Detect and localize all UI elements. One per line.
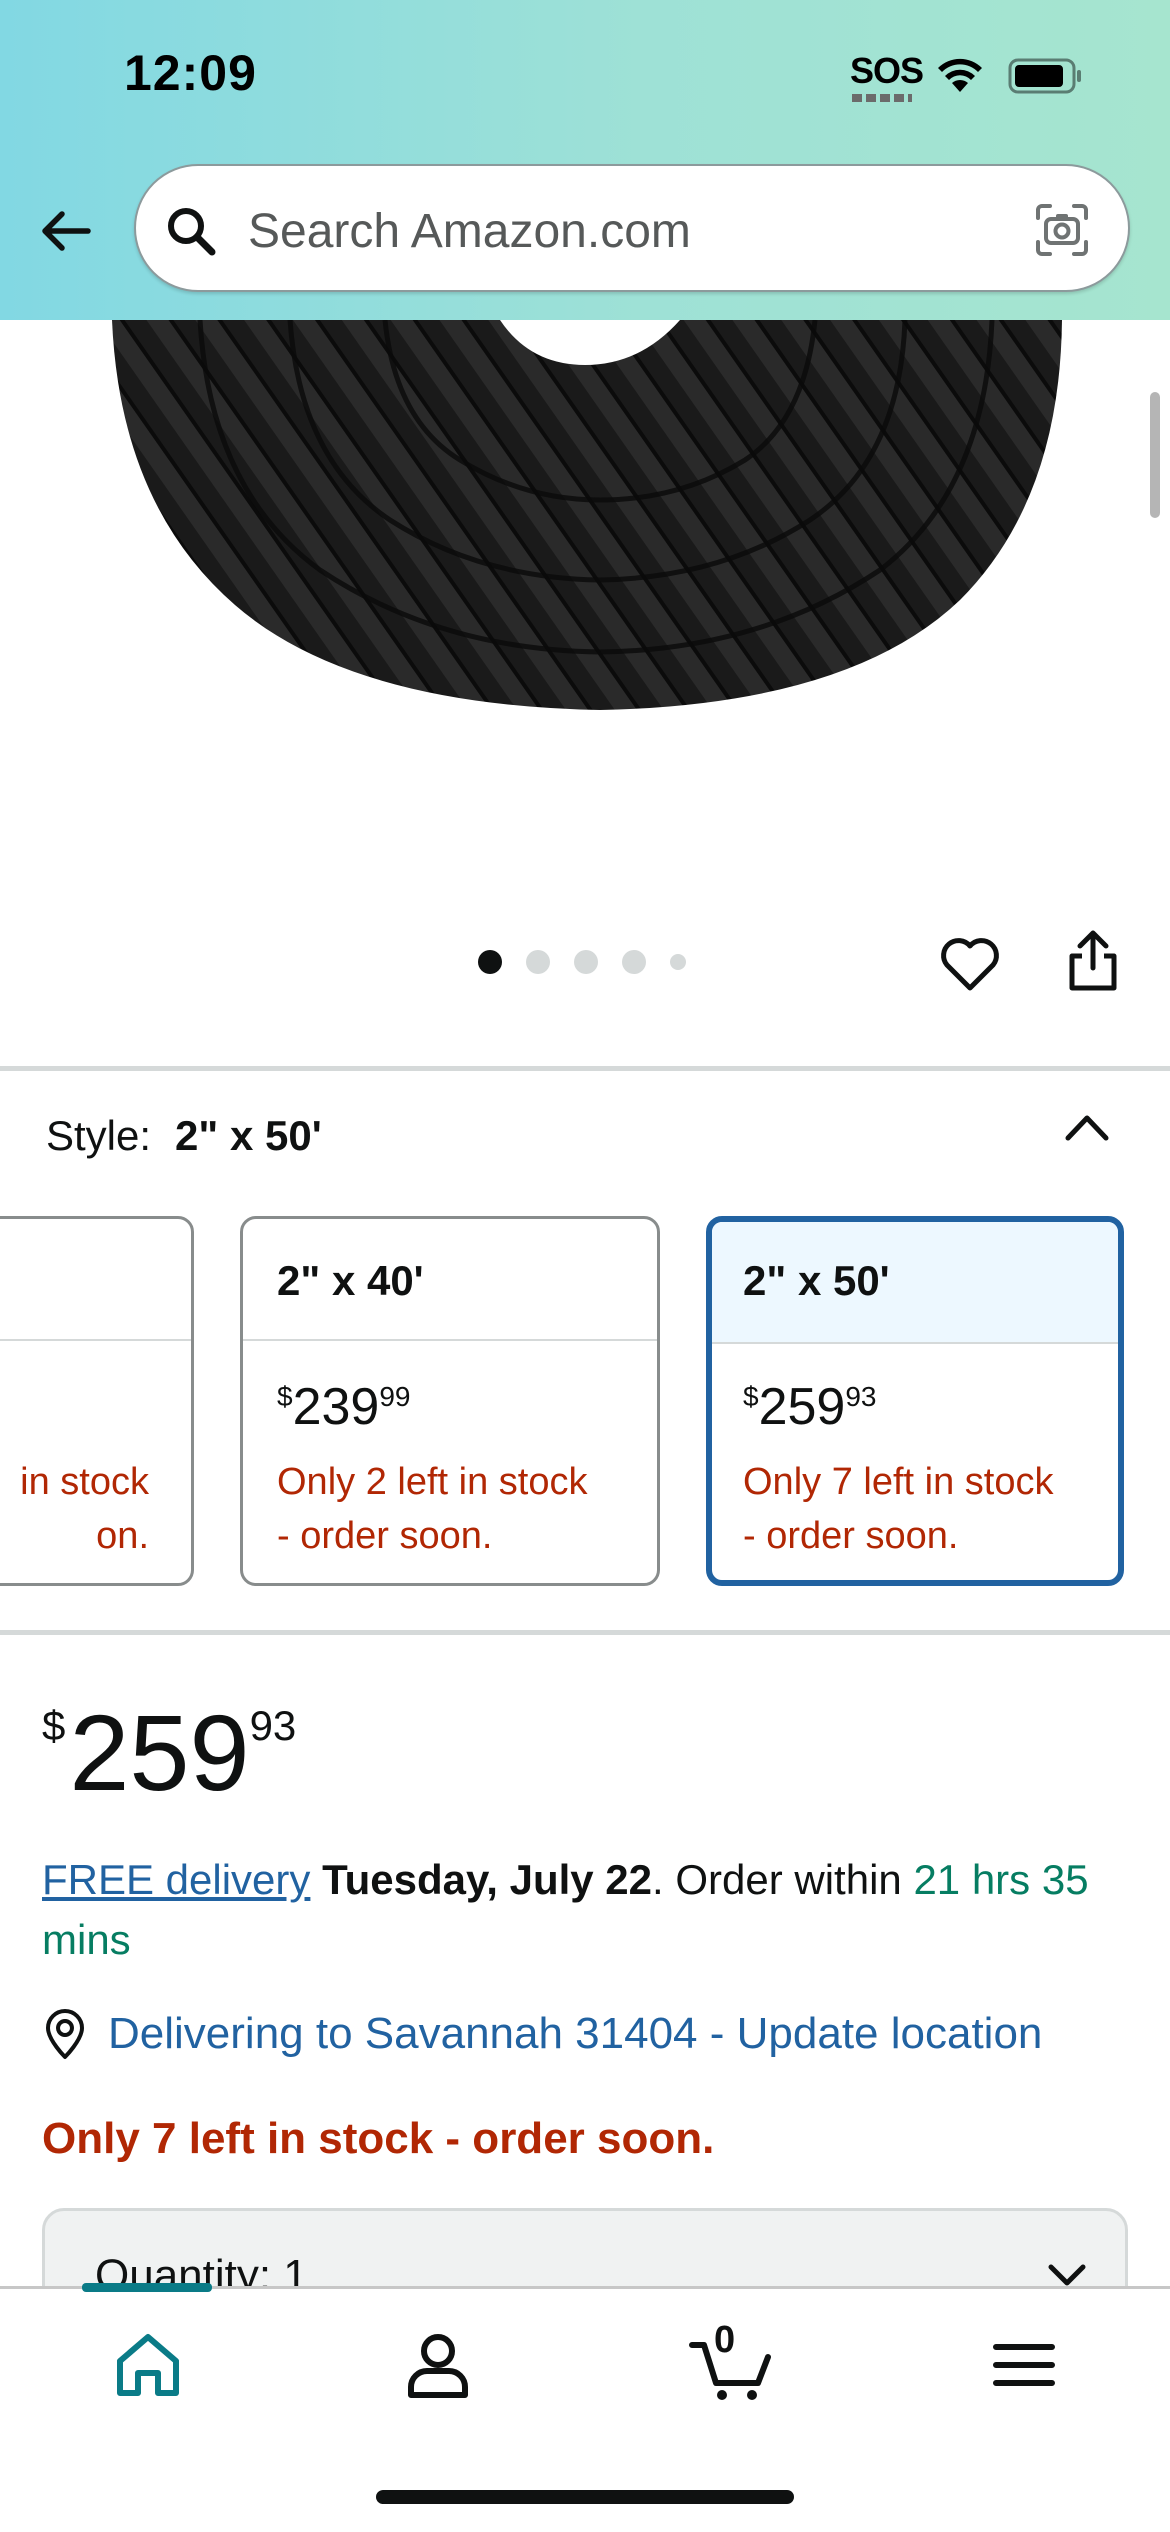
status-time: 12:09: [124, 45, 257, 101]
stock-line: on.: [96, 1515, 149, 1557]
chevron-down-icon: [1048, 2264, 1086, 2286]
divider: [0, 1630, 1170, 1635]
stock-line: Only 2 left in stock: [277, 1461, 588, 1503]
pagination-dot[interactable]: [526, 950, 550, 974]
product-image[interactable]: [0, 320, 1170, 940]
price-whole: 239: [292, 1378, 380, 1436]
style-option-card[interactable]: in stock on.: [0, 1216, 194, 1586]
style-option-stock: Only 7 left in stock - order soon.: [743, 1455, 1053, 1563]
delivery-date: Tuesday, July 22: [322, 1856, 653, 1903]
search-placeholder: Search Amazon.com: [248, 205, 691, 258]
delivery-info: FREE delivery Tuesday, July 22. Order wi…: [42, 1850, 1132, 1970]
delivery-location-link[interactable]: Delivering to Savannah 31404 - Update lo…: [42, 2008, 1042, 2060]
search-icon: [168, 208, 216, 256]
free-delivery-link[interactable]: FREE delivery: [42, 1856, 310, 1903]
style-option-stock: in stock on.: [20, 1455, 149, 1563]
location-pin-icon: [46, 2009, 84, 2059]
price-fraction: 99: [379, 1381, 411, 1412]
pagination-dot[interactable]: [622, 950, 646, 974]
back-arrow-icon[interactable]: [36, 200, 98, 262]
home-indicator: [376, 2490, 794, 2504]
stock-line: - order soon.: [277, 1515, 493, 1557]
header: 12:09 SOS Search Amazon.com: [0, 0, 1170, 320]
image-pagination[interactable]: [478, 948, 686, 976]
search-input[interactable]: Search Amazon.com: [134, 164, 1130, 292]
style-option-card[interactable]: 2" x 40' $23999 Only 2 left in stock - o…: [240, 1216, 660, 1586]
nav-active-indicator: [82, 2283, 212, 2292]
product-price: $25993: [42, 1690, 296, 1815]
stock-line: in stock: [20, 1461, 149, 1503]
pagination-dot[interactable]: [574, 950, 598, 974]
style-selected-value: 2" x 50': [175, 1112, 322, 1159]
rope-coil-image: [112, 320, 1062, 710]
camera-search-icon[interactable]: [1032, 200, 1092, 260]
stock-message: Only 7 left in stock - order soon.: [42, 2114, 715, 2163]
price-whole: 259: [758, 1378, 846, 1436]
location-text[interactable]: Delivering to Savannah 31404 - Update lo…: [108, 2009, 1042, 2059]
style-option-name: 2" x 50': [712, 1222, 1118, 1344]
style-label: Style: 2" x 50': [46, 1112, 322, 1160]
share-icon[interactable]: [1064, 928, 1122, 994]
style-option-card-selected[interactable]: 2" x 50' $25993 Only 7 left in stock - o…: [706, 1216, 1124, 1586]
style-option-name: [0, 1219, 191, 1341]
style-option-name: 2" x 40': [243, 1219, 657, 1341]
pagination-dot[interactable]: [670, 954, 686, 970]
battery-icon: [1008, 58, 1081, 94]
style-label-text: Style:: [46, 1112, 152, 1159]
price-whole: 259: [69, 1692, 250, 1813]
price-fraction: 93: [249, 1702, 297, 1749]
style-option-stock: Only 2 left in stock - order soon.: [277, 1455, 587, 1563]
pagination-dot[interactable]: [478, 950, 502, 974]
divider: [0, 1066, 1170, 1071]
menu-icon[interactable]: [984, 2325, 1064, 2405]
home-icon[interactable]: [108, 2325, 188, 2405]
style-option-price: $25993: [743, 1378, 877, 1436]
price-fraction: 93: [845, 1381, 877, 1412]
heart-icon[interactable]: [938, 932, 1002, 996]
style-option-price: $23999: [277, 1378, 411, 1436]
wifi-icon: [938, 58, 982, 92]
stock-line: Only 7 left in stock: [743, 1461, 1054, 1503]
stock-line: - order soon.: [743, 1515, 959, 1557]
scrollbar[interactable]: [1150, 392, 1160, 518]
cart-count-badge: 0: [714, 2319, 736, 2361]
chevron-up-icon[interactable]: [1060, 1106, 1114, 1146]
account-icon[interactable]: [398, 2325, 478, 2405]
cellular-signal-icon: [852, 94, 912, 102]
price-currency: $: [42, 1702, 66, 1749]
order-within-text: . Order within: [652, 1856, 914, 1903]
sos-indicator: SOS: [850, 50, 924, 91]
